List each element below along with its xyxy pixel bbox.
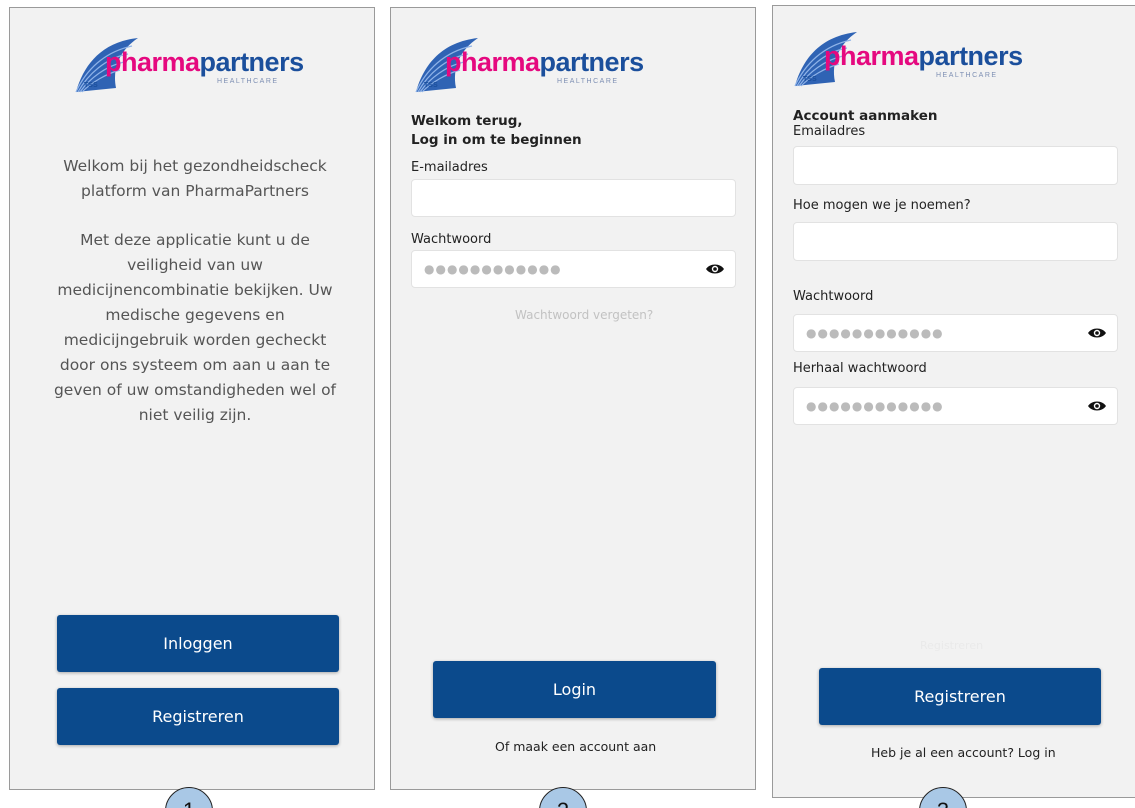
pharmapartners-logo: pharmapartners HEALTHCARE TSS: [412, 34, 662, 104]
login-link[interactable]: Heb je al een account? Log in: [871, 745, 1056, 760]
password-label: Wachtwoord: [793, 289, 874, 304]
brand-tss: TSS: [424, 82, 438, 89]
email-label: E-mailadres: [411, 160, 488, 175]
pharmapartners-logo: pharmapartners HEALTHCARE TSS: [72, 34, 322, 104]
repeat-password-input[interactable]: ●●●●●●●●●●●●: [793, 387, 1118, 425]
email-label: Emailadres: [793, 124, 866, 139]
intro-text: Welkom bij het gezondheidscheck platform…: [50, 154, 340, 452]
register-button[interactable]: Registreren: [819, 668, 1101, 725]
login-screen: pharmapartners HEALTHCARE TSS Welkom ter…: [390, 7, 756, 790]
password-mask: ●●●●●●●●●●●●: [806, 326, 944, 340]
brand-name-pharma: pharma: [824, 41, 919, 71]
pharmapartners-logo: pharmapartners HEALTHCARE TSS: [791, 28, 1041, 98]
brand-subtitle: HEALTHCARE: [557, 78, 619, 85]
password-label: Wachtwoord: [411, 232, 492, 247]
register-screen: pharmapartners HEALTHCARE TSS Account aa…: [772, 5, 1135, 798]
ghost-register-text: Registreren: [920, 639, 984, 652]
password-input[interactable]: ●●●●●●●●●●●●: [793, 314, 1118, 352]
instruction-line: Log in om te beginnen: [411, 132, 582, 148]
password-mask: ●●●●●●●●●●●●: [424, 262, 562, 276]
repeat-password-label: Herhaal wachtwoord: [793, 361, 927, 376]
greeting-line: Welkom terug,: [411, 113, 523, 129]
login-button[interactable]: Inloggen: [57, 615, 339, 672]
name-input[interactable]: [793, 222, 1118, 261]
brand-subtitle: HEALTHCARE: [217, 78, 279, 85]
create-account-link[interactable]: Of maak een account aan: [495, 739, 656, 754]
name-label: Hoe mogen we je noemen?: [793, 198, 971, 213]
brand-name-pharma: pharma: [105, 47, 200, 77]
welcome-screen: pharmapartners HEALTHCARE TSS Welkom bij…: [9, 7, 375, 790]
brand-tss: TSS: [803, 76, 817, 83]
password-input[interactable]: ●●●●●●●●●●●●: [411, 250, 736, 288]
eye-icon[interactable]: [705, 262, 725, 276]
eye-icon[interactable]: [1087, 326, 1107, 340]
brand-name-pharma: pharma: [445, 47, 540, 77]
email-input[interactable]: [793, 146, 1118, 185]
brand-tss: TSS: [84, 82, 98, 89]
repeat-password-mask: ●●●●●●●●●●●●: [806, 399, 944, 413]
forgot-password-link[interactable]: Wachtwoord vergeten?: [515, 308, 653, 322]
step-number-1: 1: [165, 787, 213, 808]
login-button[interactable]: Login: [433, 661, 716, 718]
step-number-2: 2: [539, 787, 587, 808]
email-input[interactable]: [411, 179, 736, 217]
brand-name-partners: partners: [199, 47, 305, 77]
description-text: Met deze applicatie kunt u de veiligheid…: [53, 231, 337, 424]
register-button[interactable]: Registreren: [57, 688, 339, 745]
brand-name-partners: partners: [539, 47, 645, 77]
eye-icon[interactable]: [1087, 399, 1107, 413]
brand-subtitle: HEALTHCARE: [936, 72, 998, 79]
greeting-heading: Welkom terug, Log in om te beginnen: [411, 112, 582, 150]
welcome-text: Welkom bij het gezondheidscheck platform…: [63, 157, 327, 200]
brand-name-partners: partners: [918, 41, 1024, 71]
